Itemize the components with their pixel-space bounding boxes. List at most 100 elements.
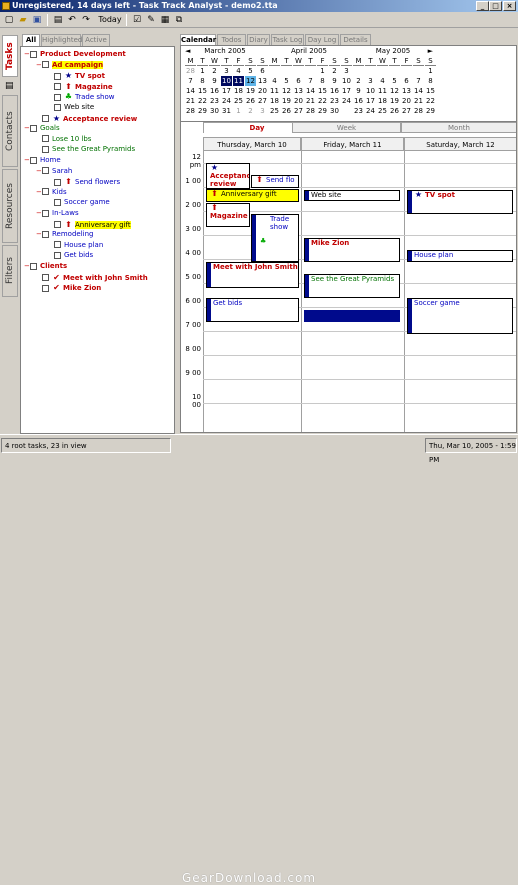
- day-cell[interactable]: 18: [377, 96, 388, 106]
- tree-node[interactable]: ♣ Trade show: [48, 91, 114, 102]
- expand-toggle[interactable]: −: [36, 208, 42, 219]
- expand-toggle[interactable]: −: [24, 123, 30, 134]
- day-cell[interactable]: 25: [233, 96, 244, 106]
- day-cell[interactable]: 11: [269, 86, 280, 96]
- day-cell[interactable]: 27: [257, 96, 268, 106]
- tree-node[interactable]: Web site: [48, 102, 94, 113]
- open-icon[interactable]: ▰: [17, 14, 29, 26]
- day-cell[interactable]: 8: [317, 76, 328, 86]
- task-checkbox[interactable]: [42, 274, 49, 282]
- day-cell[interactable]: 19: [245, 86, 256, 96]
- tab-diary[interactable]: Diary: [247, 34, 270, 45]
- day-cell[interactable]: 27: [401, 106, 412, 116]
- day-cell[interactable]: 20: [401, 96, 412, 106]
- task-checkbox[interactable]: [54, 103, 61, 111]
- day-cell[interactable]: 5: [389, 76, 400, 86]
- day-cell[interactable]: 3: [341, 66, 352, 76]
- day-cell[interactable]: 24: [221, 96, 232, 106]
- day-cell[interactable]: 9: [353, 86, 364, 96]
- event-mike-zion[interactable]: Mike Zion: [304, 238, 400, 262]
- day-cell[interactable]: 3: [257, 106, 268, 116]
- check-icon[interactable]: ☑: [131, 14, 143, 26]
- day-cell[interactable]: 11: [233, 76, 244, 86]
- grid-icon[interactable]: ▦: [159, 14, 171, 26]
- today-button[interactable]: Today: [98, 14, 122, 26]
- tree-node[interactable]: − Home: [24, 155, 61, 166]
- day-cell[interactable]: 21: [413, 96, 424, 106]
- day-cell[interactable]: 1: [425, 66, 436, 76]
- day-cell[interactable]: 7: [413, 76, 424, 86]
- day-cell[interactable]: 7: [185, 76, 196, 86]
- expand-toggle[interactable]: −: [24, 49, 30, 60]
- tree-node[interactable]: ✔ Meet with John Smith: [36, 272, 148, 283]
- day-cell[interactable]: 31: [221, 106, 232, 116]
- day-cell[interactable]: 1: [317, 66, 328, 76]
- tree-node[interactable]: − Clients: [24, 261, 67, 272]
- print-icon[interactable]: ▤: [52, 14, 64, 26]
- day-cell[interactable]: 13: [401, 86, 412, 96]
- expand-toggle[interactable]: −: [36, 166, 42, 177]
- day-cell[interactable]: 2: [353, 76, 364, 86]
- event-magazine[interactable]: ⬆Magazine: [206, 203, 250, 227]
- day-cell[interactable]: 23: [329, 96, 340, 106]
- day-cell[interactable]: 14: [413, 86, 424, 96]
- day-cell[interactable]: 12: [245, 76, 256, 86]
- day-cell[interactable]: 5: [245, 66, 256, 76]
- task-checkbox[interactable]: [42, 188, 49, 196]
- day-cell[interactable]: 24: [341, 96, 352, 106]
- day-cell[interactable]: 2: [209, 66, 220, 76]
- task-checkbox[interactable]: [42, 115, 49, 123]
- expand-toggle[interactable]: −: [36, 187, 42, 198]
- tree-node[interactable]: ⬆ Send flowers: [48, 176, 120, 187]
- event-web-site[interactable]: Web site: [304, 190, 400, 201]
- day-cell[interactable]: 10: [221, 76, 232, 86]
- day-cell[interactable]: 19: [281, 96, 292, 106]
- tree-node[interactable]: House plan: [48, 240, 103, 251]
- day-cell[interactable]: 8: [425, 76, 436, 86]
- day-cell[interactable]: 24: [365, 106, 376, 116]
- day-cell[interactable]: 11: [377, 86, 388, 96]
- day-cell[interactable]: 28: [305, 106, 316, 116]
- day-cell[interactable]: 28: [185, 106, 196, 116]
- day-cell[interactable]: 16: [329, 86, 340, 96]
- expand-toggle[interactable]: −: [24, 261, 30, 272]
- task-checkbox[interactable]: [30, 156, 37, 164]
- day-cell[interactable]: 26: [389, 106, 400, 116]
- task-checkbox[interactable]: [42, 145, 49, 153]
- day-cell[interactable]: 29: [317, 106, 328, 116]
- tab-task-log[interactable]: Task Log: [271, 34, 304, 45]
- day-cell[interactable]: 22: [425, 96, 436, 106]
- day-cell[interactable]: 13: [293, 86, 304, 96]
- tree-node[interactable]: ⬆ Anniversary gift: [48, 219, 131, 230]
- day-cell[interactable]: 20: [257, 86, 268, 96]
- task-checkbox[interactable]: [30, 262, 37, 270]
- task-checkbox[interactable]: [54, 83, 61, 91]
- task-checkbox[interactable]: [42, 135, 49, 143]
- day-cell[interactable]: 4: [233, 66, 244, 76]
- event-send-flowers[interactable]: ⬆ Send flo: [251, 175, 299, 188]
- day-cell[interactable]: 29: [197, 106, 208, 116]
- task-checkbox[interactable]: [54, 198, 61, 206]
- day-cell[interactable]: 19: [389, 96, 400, 106]
- tab-active[interactable]: Active: [82, 34, 110, 46]
- tab-week[interactable]: Week: [292, 122, 401, 133]
- day-cell[interactable]: 3: [221, 66, 232, 76]
- tree-node[interactable]: − Product Development: [24, 49, 126, 60]
- tree-node[interactable]: Soccer game: [48, 197, 110, 208]
- day-cell[interactable]: 13: [257, 76, 268, 86]
- task-checkbox[interactable]: [54, 93, 61, 101]
- next-month-icon[interactable]: ►: [428, 47, 433, 56]
- tab-day-log[interactable]: Day Log: [305, 34, 339, 45]
- task-checkbox[interactable]: [42, 209, 49, 217]
- day-cell[interactable]: 1: [233, 106, 244, 116]
- day-cell[interactable]: 26: [245, 96, 256, 106]
- tree-node[interactable]: ★ Acceptance review: [36, 113, 137, 124]
- day-cell[interactable]: 1: [197, 66, 208, 76]
- day-cell[interactable]: 25: [269, 106, 280, 116]
- day-cell[interactable]: 10: [365, 86, 376, 96]
- expand-toggle[interactable]: −: [24, 155, 30, 166]
- tree-node[interactable]: − Remodeling: [36, 229, 93, 240]
- day-cell[interactable]: 16: [353, 96, 364, 106]
- tree-node[interactable]: ★ TV spot: [48, 70, 105, 81]
- tree-node[interactable]: − Goals: [24, 123, 60, 134]
